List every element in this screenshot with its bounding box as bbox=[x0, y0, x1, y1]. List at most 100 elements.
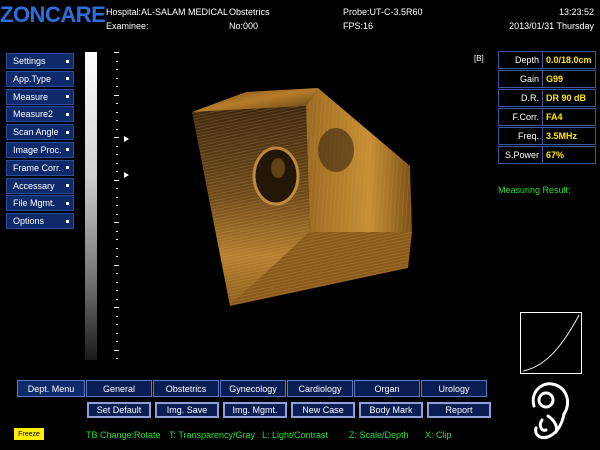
fps-readout: FPS:16 bbox=[343, 21, 374, 31]
hint-trackball: TB Change:Rotate bbox=[86, 430, 161, 440]
param-row-freq[interactable]: Freq. 3.5MHz bbox=[498, 127, 596, 145]
body-mark-button[interactable]: Body Mark bbox=[359, 402, 423, 418]
depth-tick bbox=[114, 349, 119, 351]
parameter-panel: Depth 0.0/18.0cm Gain G99 D.R. DR 90 dB F.Corr… bbox=[498, 51, 596, 165]
department-menu-row: Dept. Menu General Obstetrics Gynecology Ca… bbox=[17, 380, 488, 397]
depth-tick bbox=[116, 298, 118, 300]
dept-tab-organ[interactable]: Organ bbox=[354, 380, 420, 397]
menu-item-label: Options bbox=[13, 216, 45, 227]
depth-tick bbox=[116, 256, 118, 257]
dept-tab-urology[interactable]: Urology bbox=[421, 380, 487, 397]
depth-tick bbox=[116, 171, 118, 172]
hospital-name: Hospital:AL-SALAM MEDICAL bbox=[106, 7, 229, 17]
menu-item-options[interactable]: Options bbox=[6, 213, 74, 230]
menu-item-app-type[interactable]: App.Type bbox=[6, 70, 74, 87]
depth-tick bbox=[116, 273, 118, 274]
submenu-indicator-icon bbox=[66, 130, 69, 134]
menu-item-scan-angle[interactable]: Scan Angle bbox=[6, 124, 74, 141]
img-save-button[interactable]: Img. Save bbox=[155, 402, 219, 418]
depth-tick bbox=[116, 188, 118, 189]
depth-tick bbox=[116, 341, 118, 342]
clock-time: 13:23:52 bbox=[558, 7, 594, 17]
department-name: Obstetrics bbox=[229, 7, 270, 17]
menu-item-label: Settings bbox=[13, 56, 46, 66]
depth-tick bbox=[114, 94, 119, 96]
fetal-pole bbox=[271, 158, 285, 178]
param-label: F.Corr. bbox=[498, 108, 543, 126]
examinee-label: Examinee: bbox=[106, 21, 149, 31]
depth-tick bbox=[116, 324, 118, 325]
depth-tick bbox=[116, 145, 118, 147]
frame-indicator: [B] bbox=[474, 54, 484, 63]
param-label: D.R. bbox=[498, 89, 543, 107]
menu-item-accessary[interactable]: Accessary bbox=[6, 177, 74, 194]
dark-region bbox=[318, 128, 354, 172]
menu-item-label: Measure2 bbox=[13, 109, 54, 120]
depth-tick bbox=[116, 332, 118, 334]
param-row-depth[interactable]: Depth 0.0/18.0cm bbox=[498, 51, 596, 69]
submenu-indicator-icon bbox=[66, 95, 69, 99]
dept-menu-button[interactable]: Dept. Menu bbox=[17, 380, 85, 397]
case-number: No:000 bbox=[229, 21, 259, 31]
depth-tick bbox=[116, 315, 118, 317]
dept-tab-general[interactable]: General bbox=[86, 380, 152, 397]
depth-tick bbox=[116, 281, 118, 283]
current-date: 2013/01/31 Thursday bbox=[509, 21, 594, 31]
report-button[interactable]: Report bbox=[427, 402, 491, 418]
set-default-button[interactable]: Set Default bbox=[87, 402, 151, 418]
depth-tick bbox=[116, 111, 118, 113]
dept-tab-gynecology[interactable]: Gynecology bbox=[220, 380, 286, 397]
param-row-s-power[interactable]: S.Power 67% bbox=[498, 146, 596, 164]
depth-tick bbox=[114, 264, 119, 266]
depth-tick bbox=[116, 77, 118, 79]
depth-tick bbox=[116, 69, 118, 70]
param-row-f-corr[interactable]: F.Corr. FA4 bbox=[498, 108, 596, 126]
depth-tick bbox=[116, 196, 118, 198]
param-row-gain[interactable]: Gain G99 bbox=[498, 70, 596, 88]
menu-item-measure2[interactable]: Measure2 bbox=[6, 106, 74, 123]
param-value: DR 90 dB bbox=[543, 89, 596, 107]
img-mgmt-button[interactable]: Img. Mgmt. bbox=[223, 402, 287, 418]
menu-item-settings[interactable]: Settings bbox=[6, 53, 74, 69]
param-row-d-r[interactable]: D.R. DR 90 dB bbox=[498, 89, 596, 107]
hint-transparency: T: Transparency/Gray bbox=[169, 430, 256, 440]
depth-tick bbox=[116, 120, 118, 121]
submenu-indicator-icon bbox=[66, 201, 69, 205]
param-label: Freq. bbox=[498, 127, 543, 145]
left-menu: Settings App.Type Measure Measure2 Scan Angl… bbox=[6, 53, 74, 231]
hint-light: L: Light/Contrast bbox=[262, 430, 329, 440]
triangle-right-icon[interactable] bbox=[124, 172, 129, 178]
menu-item-label: Accessary bbox=[13, 180, 55, 191]
gray-curve-box[interactable] bbox=[520, 312, 582, 374]
gray-curve bbox=[522, 314, 580, 372]
3d-volume-render[interactable] bbox=[186, 80, 416, 312]
new-case-button[interactable]: New Case bbox=[291, 402, 355, 418]
menu-item-label: Scan Angle bbox=[13, 127, 59, 138]
depth-tick bbox=[114, 179, 119, 181]
triangle-right-icon[interactable] bbox=[124, 136, 129, 142]
menu-item-image-proc[interactable]: Image Proc. bbox=[6, 141, 74, 158]
depth-tick bbox=[116, 213, 118, 215]
menu-item-file-mgmt[interactable]: File Mgmt. bbox=[6, 195, 74, 212]
submenu-indicator-icon bbox=[66, 59, 69, 63]
menu-item-measure[interactable]: Measure bbox=[6, 88, 74, 105]
menu-item-frame-corr[interactable]: Frame Corr. bbox=[6, 159, 74, 176]
depth-tick bbox=[114, 137, 119, 138]
dept-tab-cardiology[interactable]: Cardiology bbox=[287, 380, 353, 397]
fetus-icon[interactable] bbox=[528, 380, 576, 442]
submenu-indicator-icon bbox=[66, 166, 69, 170]
menu-item-label: Image Proc. bbox=[13, 144, 62, 155]
param-label: Depth bbox=[498, 51, 543, 69]
param-label: Gain bbox=[498, 70, 543, 88]
menu-item-label: File Mgmt. bbox=[13, 198, 56, 209]
hint-clip: X: Clip bbox=[425, 430, 452, 440]
submenu-indicator-icon bbox=[66, 112, 69, 116]
depth-tick bbox=[116, 358, 118, 359]
menu-item-label: Frame Corr. bbox=[13, 162, 62, 173]
menu-item-label: Measure bbox=[13, 91, 49, 102]
depth-tick bbox=[116, 154, 118, 155]
depth-tick bbox=[116, 103, 118, 104]
submenu-indicator-icon bbox=[66, 184, 69, 188]
dept-tab-obstetrics[interactable]: Obstetrics bbox=[153, 380, 219, 397]
freeze-indicator[interactable]: Freeze bbox=[14, 428, 44, 440]
